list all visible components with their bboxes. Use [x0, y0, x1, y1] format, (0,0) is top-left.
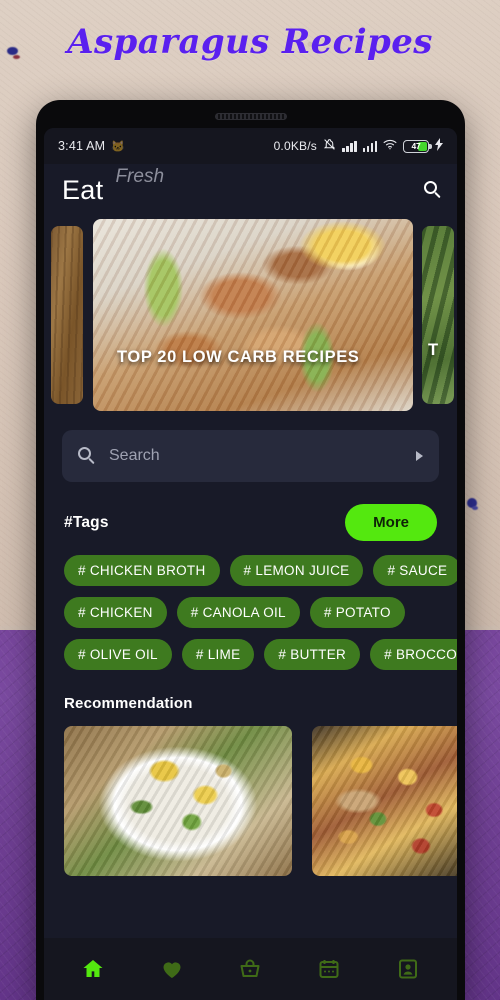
more-tags-button[interactable]: More	[345, 504, 437, 541]
signal-bars-icon	[362, 140, 377, 152]
tag-pill[interactable]: # CHICKEN BROTH	[64, 555, 220, 586]
battery-level-label: 47	[411, 141, 421, 151]
play-arrow-icon[interactable]	[416, 451, 423, 461]
tags-header: #Tags More	[44, 482, 457, 541]
tag-pill[interactable]: # CANOLA OIL	[176, 597, 300, 628]
search-bar[interactable]	[62, 430, 439, 482]
tag-row: # CHICKEN # CANOLA OIL # POTATO	[64, 597, 437, 628]
nav-calendar[interactable]	[303, 949, 355, 989]
search-input[interactable]	[109, 447, 408, 465]
search-icon	[78, 447, 95, 465]
nav-favorites[interactable]	[146, 949, 198, 989]
status-bar: 3:41 AM 🐱 0.0KB/s 47	[44, 128, 457, 164]
cat-icon: 🐱	[111, 140, 126, 153]
nav-profile[interactable]	[382, 949, 434, 989]
network-speed-label: 0.0KB/s	[273, 139, 317, 153]
nav-basket[interactable]	[224, 949, 276, 989]
tags-heading: #Tags	[64, 513, 109, 531]
pasta-skillet-photo	[312, 726, 457, 876]
battery-icon: 47	[403, 139, 432, 153]
wifi-icon	[383, 139, 397, 153]
app-bar: Eat Fresh	[44, 164, 457, 216]
recommendation-card[interactable]	[64, 726, 292, 876]
signal-bars-icon	[342, 140, 357, 152]
wood-board-photo	[51, 226, 83, 404]
tag-pill[interactable]: # CHICKEN	[64, 597, 167, 628]
earpiece-speaker-grille	[214, 113, 287, 120]
carousel-slide-title: T	[428, 341, 439, 359]
tag-pill[interactable]: # SAUCE	[373, 555, 457, 586]
background-speck	[472, 506, 478, 510]
tag-pill[interactable]: # BROCCOLI	[370, 639, 457, 670]
phone-screen: 3:41 AM 🐱 0.0KB/s 47 Eat Fresh TOP 20 LO…	[44, 128, 457, 1000]
bacon-wrapped-asparagus-photo	[93, 219, 413, 411]
recommendation-heading: Recommendation	[64, 695, 193, 712]
recommendation-card[interactable]	[312, 726, 457, 876]
featured-carousel[interactable]: TOP 20 LOW CARB RECIPES T	[44, 218, 457, 412]
recommendation-list	[44, 712, 457, 876]
tag-pill[interactable]: # OLIVE OIL	[64, 639, 172, 670]
app-brand-subtitle: Fresh	[115, 166, 165, 187]
tag-pill[interactable]: # BUTTER	[264, 639, 361, 670]
page-title: Asparagus Recipes	[67, 22, 433, 62]
nav-home[interactable]	[67, 949, 119, 989]
tag-pill[interactable]: # LEMON JUICE	[229, 555, 364, 586]
tag-row: # OLIVE OIL # LIME # BUTTER # BROCCOLI	[64, 639, 457, 670]
tag-list: # CHICKEN BROTH # LEMON JUICE # SAUCE # …	[44, 541, 457, 670]
carousel-slide-title: TOP 20 LOW CARB RECIPES	[117, 348, 360, 366]
app-brand: Eat	[62, 174, 104, 205]
carousel-slide-active[interactable]: TOP 20 LOW CARB RECIPES	[93, 219, 413, 411]
carousel-slide[interactable]: T	[422, 226, 454, 404]
notifications-off-icon	[323, 138, 336, 154]
tofu-asparagus-rice-bowl-photo	[64, 726, 292, 876]
status-time: 3:41 AM	[58, 139, 106, 153]
search-icon[interactable]	[420, 177, 441, 203]
tag-pill[interactable]: # LIME	[181, 639, 255, 670]
carousel-slide[interactable]	[51, 226, 83, 404]
tag-row: # CHICKEN BROTH # LEMON JUICE # SAUCE	[64, 555, 457, 586]
tag-pill[interactable]: # POTATO	[309, 597, 405, 628]
bottom-navigation-bar	[44, 938, 457, 1000]
grilled-asparagus-photo	[422, 226, 454, 404]
phone-frame: 3:41 AM 🐱 0.0KB/s 47 Eat Fresh TOP 20 LO…	[36, 100, 465, 1000]
charging-bolt-icon	[435, 138, 443, 154]
